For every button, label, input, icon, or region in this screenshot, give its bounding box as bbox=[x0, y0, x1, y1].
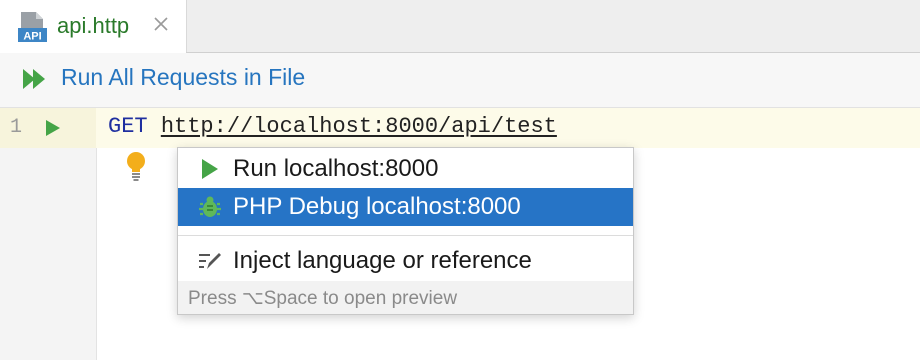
close-icon[interactable] bbox=[153, 16, 169, 32]
menu-item-run[interactable]: Run localhost:8000 bbox=[178, 150, 633, 188]
tab-label: api.http bbox=[57, 13, 130, 38]
popup-footer: Press ⌥Space to open preview bbox=[178, 281, 633, 314]
tab-api-http[interactable]: API api.http bbox=[0, 0, 187, 53]
editor-tab-bar: API api.http bbox=[0, 0, 920, 53]
http-method: GET bbox=[108, 114, 148, 139]
menu-separator bbox=[178, 235, 633, 236]
request-url[interactable]: http://localhost:8000/api/test bbox=[161, 114, 557, 139]
svg-text:API: API bbox=[23, 31, 41, 43]
ide-window: API api.http Run All Requests in File 1 … bbox=[0, 0, 920, 360]
http-file-icon: API bbox=[18, 12, 47, 43]
menu-item-php-debug[interactable]: PHP Debug localhost:8000 bbox=[178, 188, 633, 226]
intention-actions-popup: Run localhost:8000 PHP Debug localhost:8… bbox=[177, 147, 634, 315]
menu-item-label: PHP Debug localhost:8000 bbox=[233, 193, 521, 220]
bug-icon bbox=[199, 196, 221, 217]
preview-hint: Press ⌥Space to open preview bbox=[188, 288, 458, 309]
run-all-icon[interactable] bbox=[22, 67, 50, 91]
code-line[interactable]: GET http://localhost:8000/api/test bbox=[108, 114, 557, 139]
menu-item-inject-language[interactable]: Inject language or reference bbox=[178, 242, 633, 280]
pencil-icon bbox=[199, 253, 221, 269]
run-request-gutter-icon[interactable] bbox=[45, 119, 61, 137]
line-number: 1 bbox=[10, 116, 23, 139]
run-icon bbox=[202, 159, 218, 179]
run-all-requests-link[interactable]: Run All Requests in File bbox=[61, 64, 305, 91]
lightbulb-icon[interactable] bbox=[124, 150, 148, 182]
menu-item-label: Inject language or reference bbox=[233, 247, 532, 274]
menu-item-label: Run localhost:8000 bbox=[233, 155, 439, 182]
